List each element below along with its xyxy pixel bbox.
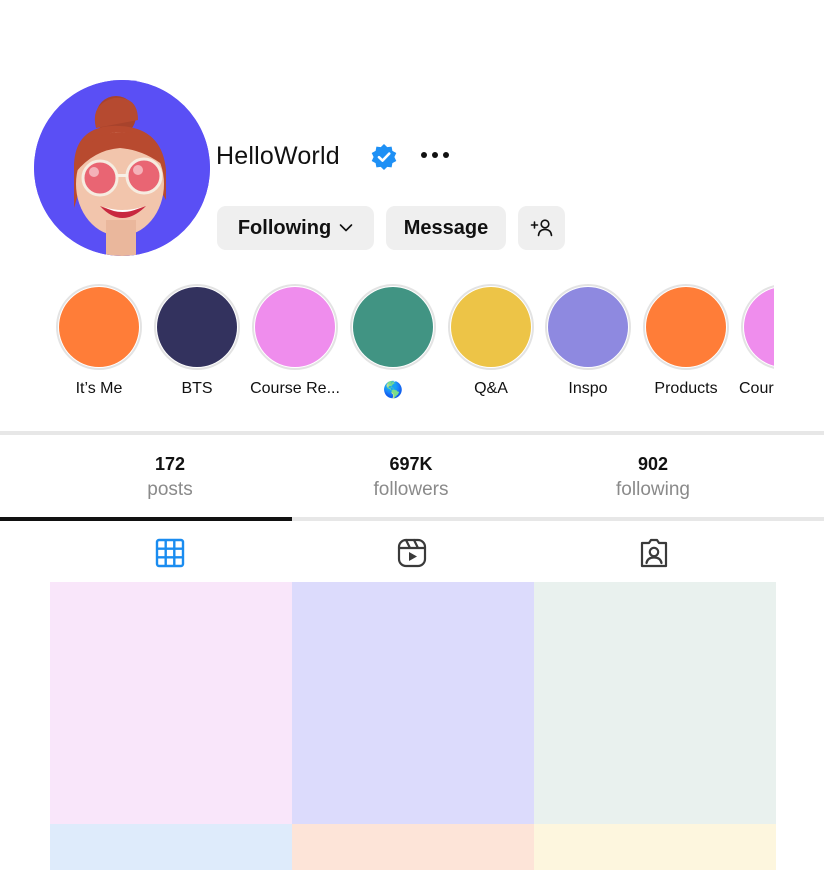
more-options-icon[interactable] xyxy=(418,142,454,168)
highlight-dot xyxy=(646,287,726,367)
post-thumbnail[interactable] xyxy=(292,582,534,824)
highlight-label: It’s Me xyxy=(75,380,123,397)
following-button-label: Following xyxy=(237,216,332,239)
highlight-dot xyxy=(157,287,237,367)
highlight-cover xyxy=(350,284,436,370)
post-thumbnail[interactable] xyxy=(50,582,292,824)
highlight-item[interactable]: It’s Me xyxy=(54,284,144,398)
following-label: following xyxy=(616,479,690,500)
highlight-cover xyxy=(252,284,338,370)
following-button[interactable]: Following xyxy=(217,206,374,250)
posts-count: 172 xyxy=(154,454,186,474)
following-count: 902 xyxy=(637,454,669,474)
profile-avatar[interactable] xyxy=(34,80,210,256)
highlight-label: Inspo xyxy=(568,380,608,397)
verified-badge-icon xyxy=(371,144,397,170)
message-button[interactable]: Message xyxy=(386,206,506,250)
highlight-dot xyxy=(353,287,433,367)
following-stat[interactable]: 902 following xyxy=(543,454,763,501)
highlight-cover xyxy=(643,284,729,370)
highlight-item[interactable]: Q&A xyxy=(446,284,536,398)
highlight-item[interactable]: BTS xyxy=(152,284,242,398)
post-thumbnail[interactable] xyxy=(50,824,292,870)
highlight-label: Products xyxy=(654,380,718,397)
highlight-item[interactable]: Inspo xyxy=(543,284,633,398)
highlight-item[interactable]: Course Re... xyxy=(250,284,340,398)
profile-username: HelloWorld xyxy=(216,142,340,170)
section-divider xyxy=(0,431,824,435)
highlight-dot xyxy=(451,287,531,367)
posts-label: posts xyxy=(147,479,193,500)
grid-icon[interactable] xyxy=(154,537,186,569)
highlight-cover xyxy=(448,284,534,370)
highlight-cover xyxy=(154,284,240,370)
reels-icon[interactable] xyxy=(396,537,428,569)
highlight-label: BTS xyxy=(181,380,213,397)
highlight-item[interactable]: Products xyxy=(641,284,731,398)
highlight-label: 🌎 xyxy=(383,382,403,399)
posts-stat: 172 posts xyxy=(60,454,280,501)
highlight-dot xyxy=(255,287,335,367)
message-button-label: Message xyxy=(403,216,489,239)
tagged-icon[interactable] xyxy=(638,537,670,569)
post-thumbnail[interactable] xyxy=(534,582,776,824)
post-thumbnail[interactable] xyxy=(534,824,776,870)
followers-stat[interactable]: 697K followers xyxy=(301,454,521,501)
post-thumbnail[interactable] xyxy=(292,824,534,870)
highlight-label: Q&A xyxy=(474,380,508,397)
chevron-down-icon xyxy=(339,224,353,232)
highlight-dot xyxy=(59,287,139,367)
followers-label: followers xyxy=(373,479,449,500)
active-tab-indicator xyxy=(0,517,292,521)
followers-count: 697K xyxy=(389,454,433,474)
highlight-label: Cour xyxy=(739,380,774,397)
highlight-label: Course Re... xyxy=(250,380,340,397)
highlight-cover xyxy=(545,284,631,370)
posts-grid xyxy=(50,582,776,870)
story-highlights: It’s Me BTS Course Re... 🌎 Q&A Inspo Pro… xyxy=(0,284,774,408)
highlight-cover xyxy=(56,284,142,370)
highlight-cover xyxy=(741,284,774,370)
highlight-dot xyxy=(744,287,774,367)
highlight-item[interactable]: 🌎 xyxy=(348,284,438,400)
suggested-users-button[interactable] xyxy=(518,206,565,250)
highlight-dot xyxy=(548,287,628,367)
add-person-icon xyxy=(530,219,552,237)
highlight-item[interactable]: Cour xyxy=(739,284,774,398)
avatar-portrait-image xyxy=(34,80,210,256)
